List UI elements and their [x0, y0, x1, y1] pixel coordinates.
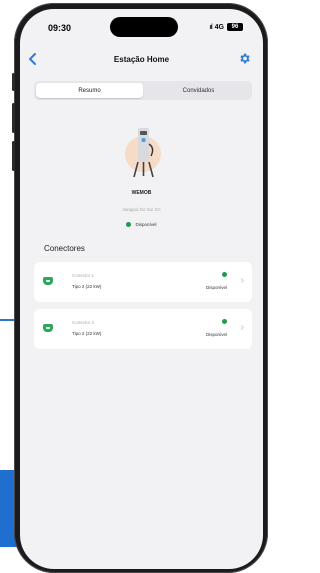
signal-icon: ııl: [209, 23, 213, 31]
battery-icon: 96: [227, 23, 243, 31]
connector-status: Disponível: [206, 332, 228, 337]
dynamic-island: [110, 17, 178, 37]
status-dot-icon: [222, 272, 227, 277]
station-name: WEMOB: [131, 190, 152, 196]
charging-station-image: [123, 124, 163, 179]
station-address: Jaraguá Do Sul SC: [122, 207, 161, 212]
connector-label: Conector 1: [72, 273, 95, 278]
connector-type: Tipo 2 (22 kW): [72, 331, 102, 336]
status-dot-icon: [126, 222, 132, 227]
gear-icon: [240, 53, 250, 64]
station-status-label: Disponível: [135, 222, 157, 227]
phone-side-button: [12, 73, 15, 91]
connectors-heading: Conectores: [44, 244, 85, 253]
app-screen: 09:30 ııl 4G 96 Estação Home Resumo Conv…: [20, 9, 263, 569]
status-time: 09:30: [48, 23, 72, 33]
connector-status: Disponível: [206, 285, 228, 290]
station-status: Disponível: [20, 222, 263, 227]
connector-card[interactable]: Conector 1 Tipo 2 (22 kW) Disponível ›: [34, 262, 252, 302]
chevron-right-icon: ›: [240, 322, 244, 333]
connector-type: Tipo 2 (22 kW): [72, 284, 102, 289]
status-dot-icon: [222, 319, 227, 324]
connector-icon: [43, 324, 53, 332]
tab-convidados[interactable]: Convidados: [145, 81, 252, 100]
connector-label: Conector 2: [72, 320, 95, 325]
status-indicators: ııl 4G 96: [209, 23, 243, 31]
connector-icon: [43, 277, 53, 285]
tab-resumo[interactable]: Resumo: [36, 83, 143, 98]
phone-side-button: [12, 103, 15, 133]
phone-side-button: [12, 141, 15, 171]
page-title: Estação Home: [113, 55, 170, 64]
tab-bar: Resumo Convidados: [34, 81, 252, 100]
chevron-right-icon: ›: [240, 275, 244, 286]
network-label: 4G: [214, 23, 224, 31]
connector-card[interactable]: Conector 2 Tipo 2 (22 kW) Disponível ›: [34, 309, 252, 349]
settings-button[interactable]: [238, 52, 251, 65]
